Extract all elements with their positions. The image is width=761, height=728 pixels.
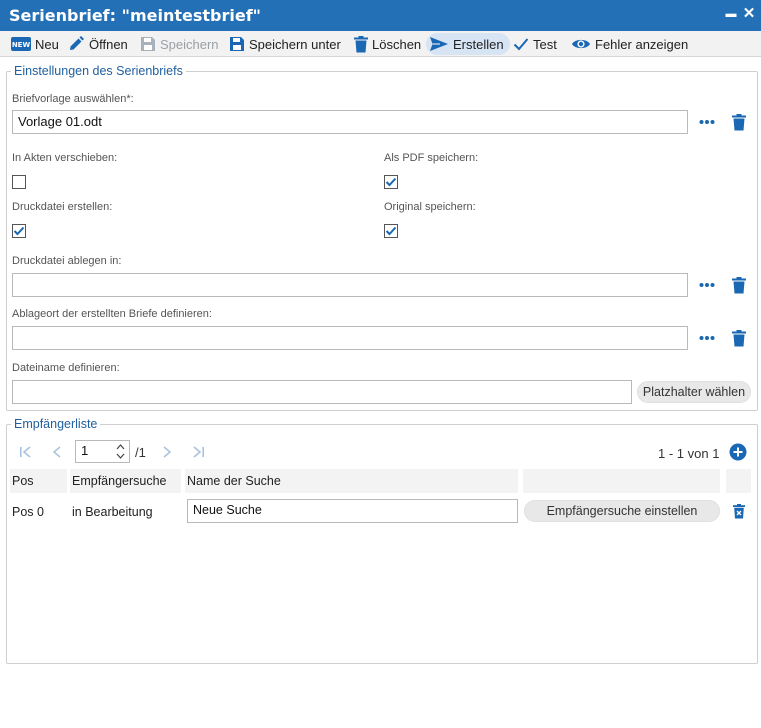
row-status: in Bearbeitung (72, 505, 153, 519)
column-header-empfaengersuche: Empfängersuche (70, 469, 181, 493)
druckdatei-ablegen-label: Druckdatei ablegen in: (12, 255, 122, 267)
in-akten-checkbox[interactable] (12, 175, 26, 189)
dateiname-field[interactable] (12, 380, 632, 404)
page-number-value: 1 (81, 443, 89, 458)
row-delete-icon[interactable] (733, 504, 745, 519)
column-header-action (523, 469, 720, 493)
ablageort-more-icon[interactable] (699, 334, 715, 342)
ablageort-trash-icon[interactable] (732, 330, 746, 347)
eye-icon (572, 39, 590, 49)
briefvorlage-label: Briefvorlage auswählen*: (12, 93, 134, 105)
new-label: Neu (35, 36, 59, 52)
save-as-icon (230, 37, 244, 51)
briefvorlage-field[interactable]: Vorlage 01.odt (12, 110, 688, 134)
next-page-icon[interactable] (162, 446, 172, 458)
settings-legend: Einstellungen des Serienbriefs (14, 64, 183, 78)
original-checkbox[interactable] (384, 224, 398, 238)
ablageort-label: Ablageort der erstellten Briefe definier… (12, 308, 212, 320)
last-page-icon[interactable] (191, 446, 205, 458)
column-header-delete (726, 469, 751, 493)
window-title: Serienbrief: "meintestbrief" (9, 6, 261, 25)
new-button[interactable]: NEW Neu (8, 33, 62, 55)
search-name-input[interactable]: Neue Suche (187, 499, 518, 523)
druckdatei-more-icon[interactable] (699, 281, 715, 289)
druckdatei-ablegen-field[interactable] (12, 273, 688, 297)
check-icon (385, 177, 397, 187)
test-label: Test (533, 36, 557, 52)
add-recipient-icon[interactable] (729, 443, 747, 461)
page-number-input[interactable]: 1 (75, 440, 130, 463)
save-icon (141, 37, 155, 51)
trash-icon (354, 35, 368, 52)
empfaengersuche-einstellen-button[interactable]: Empfängersuche einstellen (524, 500, 720, 522)
check-icon (385, 226, 397, 236)
save-as-button[interactable]: Speichern unter (226, 33, 344, 55)
minimize-button[interactable]: ▬ (723, 5, 739, 23)
create-button[interactable]: Erstellen (426, 33, 510, 55)
briefvorlage-trash-icon[interactable] (732, 114, 746, 131)
page-stepper-icon[interactable] (116, 442, 125, 461)
first-page-icon[interactable] (19, 446, 33, 458)
new-icon: NEW (11, 37, 31, 51)
als-pdf-checkbox[interactable] (384, 175, 398, 189)
row-pos: Pos 0 (12, 505, 44, 519)
column-header-name-der-suche: Name der Suche (185, 469, 518, 493)
check-icon (13, 226, 25, 236)
save-button[interactable]: Speichern (137, 33, 222, 55)
show-errors-button[interactable]: Fehler anzeigen (568, 33, 691, 55)
show-errors-label: Fehler anzeigen (595, 36, 689, 52)
close-button[interactable]: ✕ (741, 5, 757, 23)
open-button[interactable]: Öffnen (64, 33, 131, 55)
als-pdf-label: Als PDF speichern: (384, 152, 479, 164)
range-text: 1 - 1 von 1 (658, 446, 720, 461)
prev-page-icon[interactable] (52, 446, 62, 458)
save-label: Speichern (160, 36, 219, 52)
druckdatei-erstellen-label: Druckdatei erstellen: (12, 201, 113, 213)
delete-label: Löschen (372, 36, 422, 52)
send-icon (430, 37, 448, 51)
open-label: Öffnen (89, 36, 128, 52)
recipients-legend: Empfängerliste (14, 417, 98, 431)
page-total: /1 (135, 445, 146, 460)
test-button[interactable]: Test (510, 33, 560, 55)
column-header-pos: Pos (10, 469, 67, 493)
druckdatei-erstellen-checkbox[interactable] (12, 224, 26, 238)
platzhalter-button[interactable]: Platzhalter wählen (637, 381, 751, 403)
toolbar: NEW Neu Öffnen Speichern Speichern unter (0, 31, 761, 57)
dateiname-label: Dateiname definieren: (12, 362, 120, 374)
save-as-label: Speichern unter (249, 36, 341, 52)
druckdatei-trash-icon[interactable] (732, 277, 746, 294)
original-label: Original speichern: (384, 201, 476, 213)
delete-button[interactable]: Löschen (351, 33, 424, 55)
svg-text:NEW: NEW (12, 41, 31, 49)
window-titlebar: Serienbrief: "meintestbrief" ▬ ✕ (0, 0, 761, 31)
check-icon (513, 38, 529, 51)
create-label: Erstellen (453, 36, 504, 52)
briefvorlage-more-icon[interactable] (699, 118, 715, 126)
in-akten-label: In Akten verschieben: (12, 152, 118, 164)
pencil-icon (70, 36, 84, 50)
ablageort-field[interactable] (12, 326, 688, 350)
